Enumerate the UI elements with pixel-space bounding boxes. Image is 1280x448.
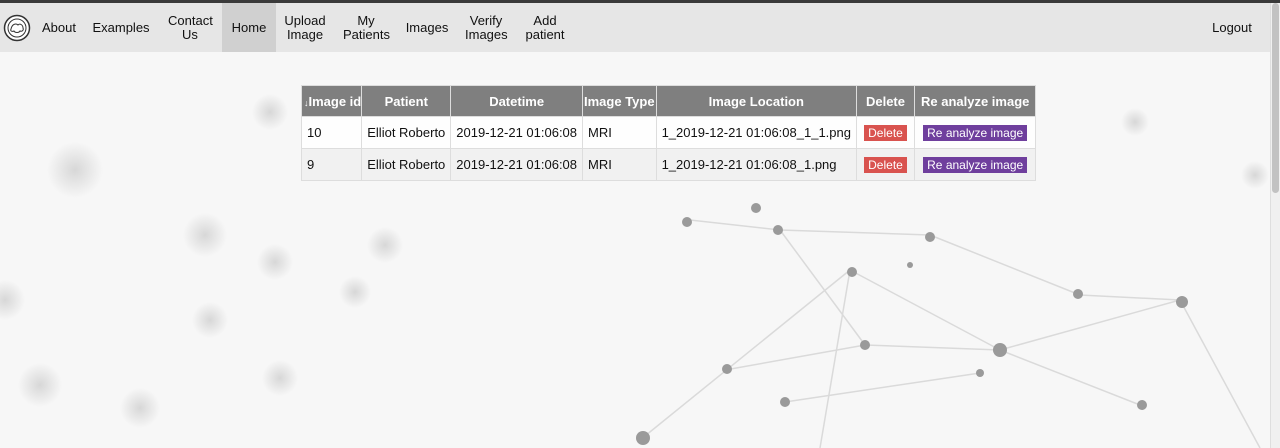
col-image-location[interactable]: Image Location xyxy=(655,85,857,117)
col-patient[interactable]: Patient xyxy=(361,85,452,117)
delete-button[interactable]: Delete xyxy=(864,124,907,141)
cell-patient: Elliot Roberto xyxy=(361,148,452,181)
col-reanalyze[interactable]: Re analyze image xyxy=(913,85,1037,117)
nav-home[interactable]: Home xyxy=(222,3,276,52)
cell-reanalyze: Re analyze image xyxy=(913,148,1037,181)
cell-image-type: MRI xyxy=(582,148,657,181)
network-background xyxy=(0,94,1269,448)
nav-logout-label: Logout xyxy=(1212,19,1252,35)
table-header-row: ↓Image id Patient Datetime Image Type Im… xyxy=(300,85,1037,117)
nav-upload-image-label: Upload Image xyxy=(284,12,326,42)
col-delete[interactable]: Delete xyxy=(855,85,915,117)
cell-datetime: 2019-12-21 01:06:08 xyxy=(450,148,584,181)
nav-contact-us-label: Contact Us xyxy=(168,12,213,42)
scrollbar-thumb[interactable] xyxy=(1272,3,1279,193)
cell-datetime: 2019-12-21 01:06:08 xyxy=(450,116,584,149)
page-scrollbar[interactable] xyxy=(1270,3,1280,448)
col-delete-label: Delete xyxy=(865,93,905,109)
col-image-type-label: Image Type xyxy=(584,93,655,109)
cell-image-location: 1_2019-12-21 01:06:08_1_1.png xyxy=(655,116,857,149)
col-image-id[interactable]: ↓Image id xyxy=(300,85,363,117)
reanalyze-button[interactable]: Re analyze image xyxy=(923,156,1028,173)
nav-images[interactable]: Images xyxy=(398,3,456,52)
table-row: 10 Elliot Roberto 2019-12-21 01:06:08 MR… xyxy=(300,116,1037,149)
nav-verify-images[interactable]: Verify Images xyxy=(456,3,516,52)
cell-image-id: 10 xyxy=(300,116,363,149)
top-border xyxy=(0,0,1280,3)
nav-examples[interactable]: Examples xyxy=(84,3,158,52)
table-row: 9 Elliot Roberto 2019-12-21 01:06:08 MRI… xyxy=(300,148,1037,181)
reanalyze-button[interactable]: Re analyze image xyxy=(923,124,1028,141)
nav-upload-image[interactable]: Upload Image xyxy=(276,3,334,52)
nav-about-label: About xyxy=(42,19,76,35)
cell-delete: Delete xyxy=(855,116,915,149)
cell-image-type: MRI xyxy=(582,116,657,149)
cell-delete: Delete xyxy=(855,148,915,181)
nav-images-label: Images xyxy=(405,19,449,35)
col-datetime-label: Datetime xyxy=(489,93,545,109)
nav-my-patients[interactable]: My Patients xyxy=(334,3,398,52)
images-table: ↓Image id Patient Datetime Image Type Im… xyxy=(300,85,1037,181)
cell-patient: Elliot Roberto xyxy=(361,116,452,149)
nav-about[interactable]: About xyxy=(34,3,84,52)
col-image-type[interactable]: Image Type xyxy=(582,85,657,117)
top-navbar: About Examples Contact Us Home Upload Im… xyxy=(0,3,1270,52)
nav-contact-us[interactable]: Contact Us xyxy=(158,3,222,52)
cell-image-id: 9 xyxy=(300,148,363,181)
delete-button[interactable]: Delete xyxy=(864,156,907,173)
col-datetime[interactable]: Datetime xyxy=(450,85,584,117)
nav-logout[interactable]: Logout xyxy=(1202,3,1262,52)
cell-reanalyze: Re analyze image xyxy=(913,116,1037,149)
cell-image-location: 1_2019-12-21 01:06:08_1.png xyxy=(655,148,857,181)
nav-examples-label: Examples xyxy=(92,19,150,35)
col-patient-label: Patient xyxy=(384,93,428,109)
nav-my-patients-label: My Patients xyxy=(343,12,390,42)
nav-verify-images-label: Verify Images xyxy=(465,12,508,42)
col-reanalyze-label: Re analyze image xyxy=(920,93,1030,109)
col-image-location-label: Image Location xyxy=(708,93,804,109)
home-logo[interactable] xyxy=(0,3,34,52)
nav-add-patient-label: Add patient xyxy=(525,12,565,42)
brain-logo-icon xyxy=(3,14,31,41)
nav-add-patient[interactable]: Add patient xyxy=(516,3,574,52)
col-image-id-label: Image id xyxy=(308,93,362,109)
nav-home-label: Home xyxy=(231,19,267,35)
